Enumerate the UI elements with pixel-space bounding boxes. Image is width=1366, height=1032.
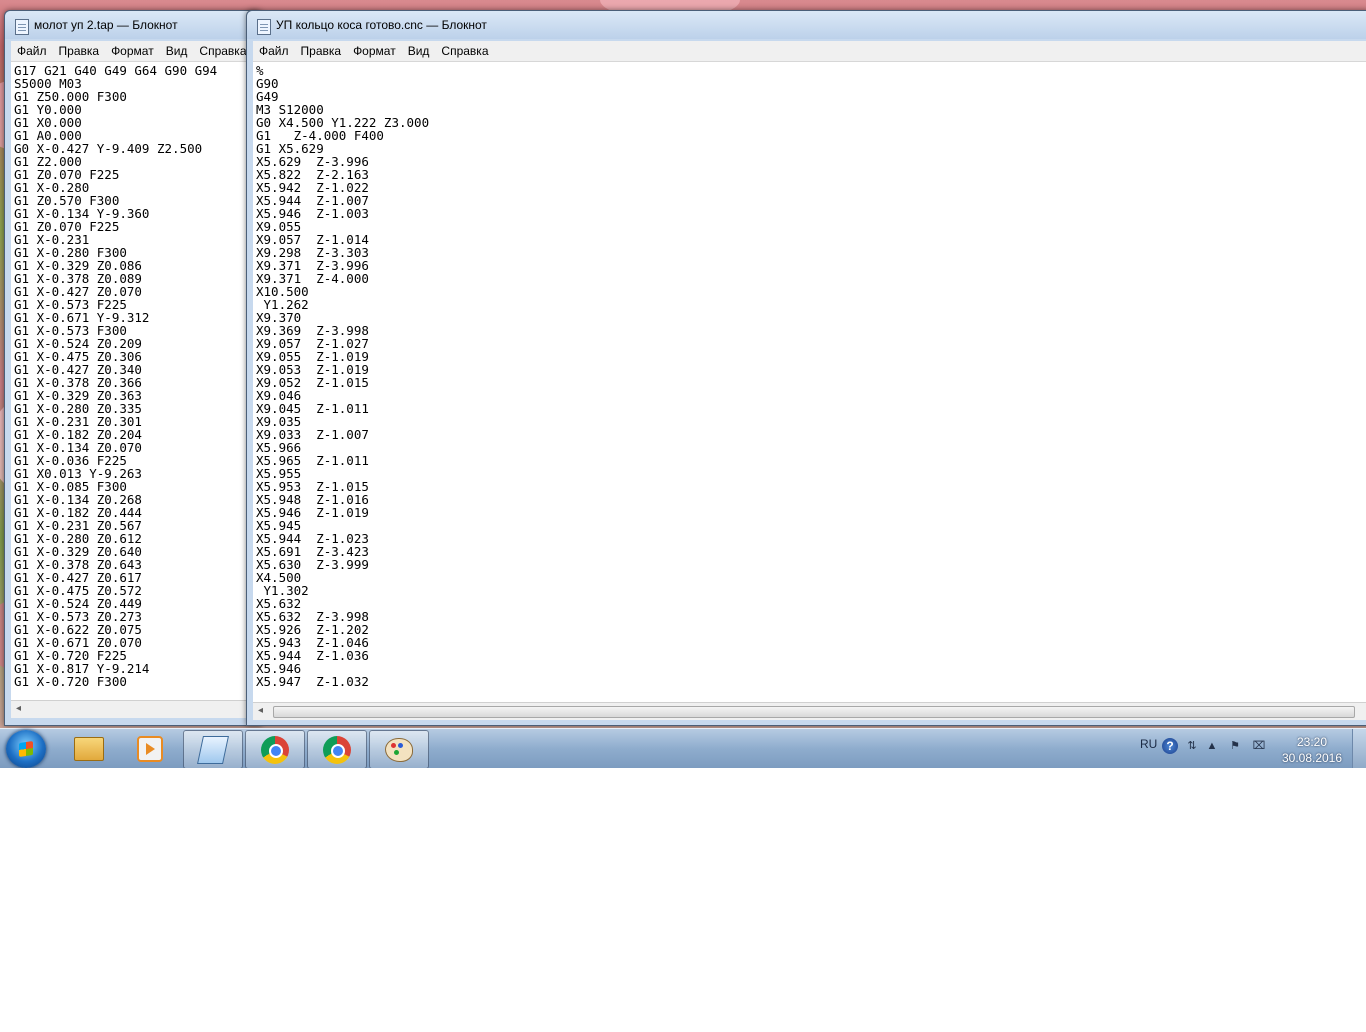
clock-date: 30.08.2016 — [1281, 751, 1343, 765]
menu-view[interactable]: Вид — [402, 41, 436, 58]
taskbar-chrome-button[interactable] — [245, 730, 305, 768]
notepad-window-left[interactable]: молот уп 2.tap — Блокнот Файл Правка Форма… — [4, 10, 262, 726]
taskbar-notepad-button[interactable] — [183, 730, 243, 768]
scrollbar-thumb[interactable] — [273, 706, 1355, 718]
language-indicator[interactable]: RU — [1140, 737, 1157, 751]
window-title: молот уп 2.tap — Блокнот — [34, 18, 178, 32]
usb-device-icon[interactable]: ⌧ — [1252, 739, 1266, 753]
folder-icon — [74, 736, 104, 761]
chrome-icon — [261, 735, 289, 764]
menu-file[interactable]: Файл — [253, 41, 295, 58]
help-icon[interactable]: ? — [1162, 738, 1178, 754]
show-desktop-button[interactable] — [1352, 729, 1366, 768]
taskbar-chrome-button-2[interactable] — [307, 730, 367, 768]
taskbar-media-player-button[interactable] — [121, 730, 179, 767]
clock-time: 23:20 — [1296, 735, 1328, 749]
menu-edit[interactable]: Правка — [53, 41, 106, 58]
notepad-icon — [197, 735, 229, 764]
menu-format[interactable]: Формат — [347, 41, 402, 58]
file-content[interactable]: % G90 G49 M3 S12000 G0 X4.500 Y1.222 Z3.… — [253, 62, 1366, 690]
menu-bar: Файл Правка Формат Вид Справка — [11, 41, 261, 62]
media-player-icon — [137, 735, 163, 762]
scroll-left-icon[interactable]: ◂ — [258, 705, 263, 716]
taskbar: RU ? ⇅ ▲ ⚑ ⌧ 23:20 30.08.2016 — [0, 728, 1366, 768]
menu-bar: Файл Правка Формат Вид Справка — [253, 41, 1366, 62]
menu-format[interactable]: Формат — [105, 41, 160, 58]
file-content[interactable]: G17 G21 G40 G49 G64 G90 G94 S5000 M03 G1… — [11, 62, 261, 690]
text-editor[interactable]: % G90 G49 M3 S12000 G0 X4.500 Y1.222 Z3.… — [253, 62, 1366, 702]
scroll-left-icon[interactable]: ◂ — [16, 703, 21, 714]
chrome-icon — [323, 735, 351, 764]
horizontal-scrollbar[interactable]: ◂ — [253, 702, 1366, 720]
notepad-window-right[interactable]: УП кольцо коса готово.cnc — Блокнот Файл… — [246, 10, 1366, 726]
paint-palette-icon — [385, 737, 413, 762]
taskbar-explorer-button[interactable] — [60, 730, 118, 767]
menu-edit[interactable]: Правка — [295, 41, 348, 58]
text-editor[interactable]: G17 G21 G40 G49 G64 G90 G94 S5000 M03 G1… — [11, 62, 261, 709]
network-arrows-icon[interactable]: ⇅ — [1185, 739, 1199, 753]
start-button[interactable] — [6, 730, 46, 768]
menu-help[interactable]: Справка — [435, 41, 494, 58]
desktop: молот уп 2.tap — Блокнот Файл Правка Форма… — [0, 0, 1366, 768]
notepad-icon — [257, 19, 271, 35]
show-hidden-icons-chevron-icon[interactable]: ▲ — [1205, 739, 1219, 753]
menu-file[interactable]: Файл — [11, 41, 53, 58]
horizontal-scrollbar[interactable]: ◂ — [11, 700, 261, 718]
menu-view[interactable]: Вид — [160, 41, 194, 58]
title-bar[interactable]: молот уп 2.tap — Блокнот — [5, 11, 261, 39]
action-center-flag-icon[interactable]: ⚑ — [1228, 739, 1242, 753]
title-bar[interactable]: УП кольцо коса готово.cnc — Блокнот — [247, 11, 1366, 39]
menu-help[interactable]: Справка — [193, 41, 252, 58]
taskbar-paint-button[interactable] — [369, 730, 429, 768]
notepad-icon — [15, 19, 29, 35]
system-clock[interactable]: 23:20 30.08.2016 — [1276, 734, 1348, 766]
window-title: УП кольцо коса готово.cnc — Блокнот — [276, 18, 487, 32]
